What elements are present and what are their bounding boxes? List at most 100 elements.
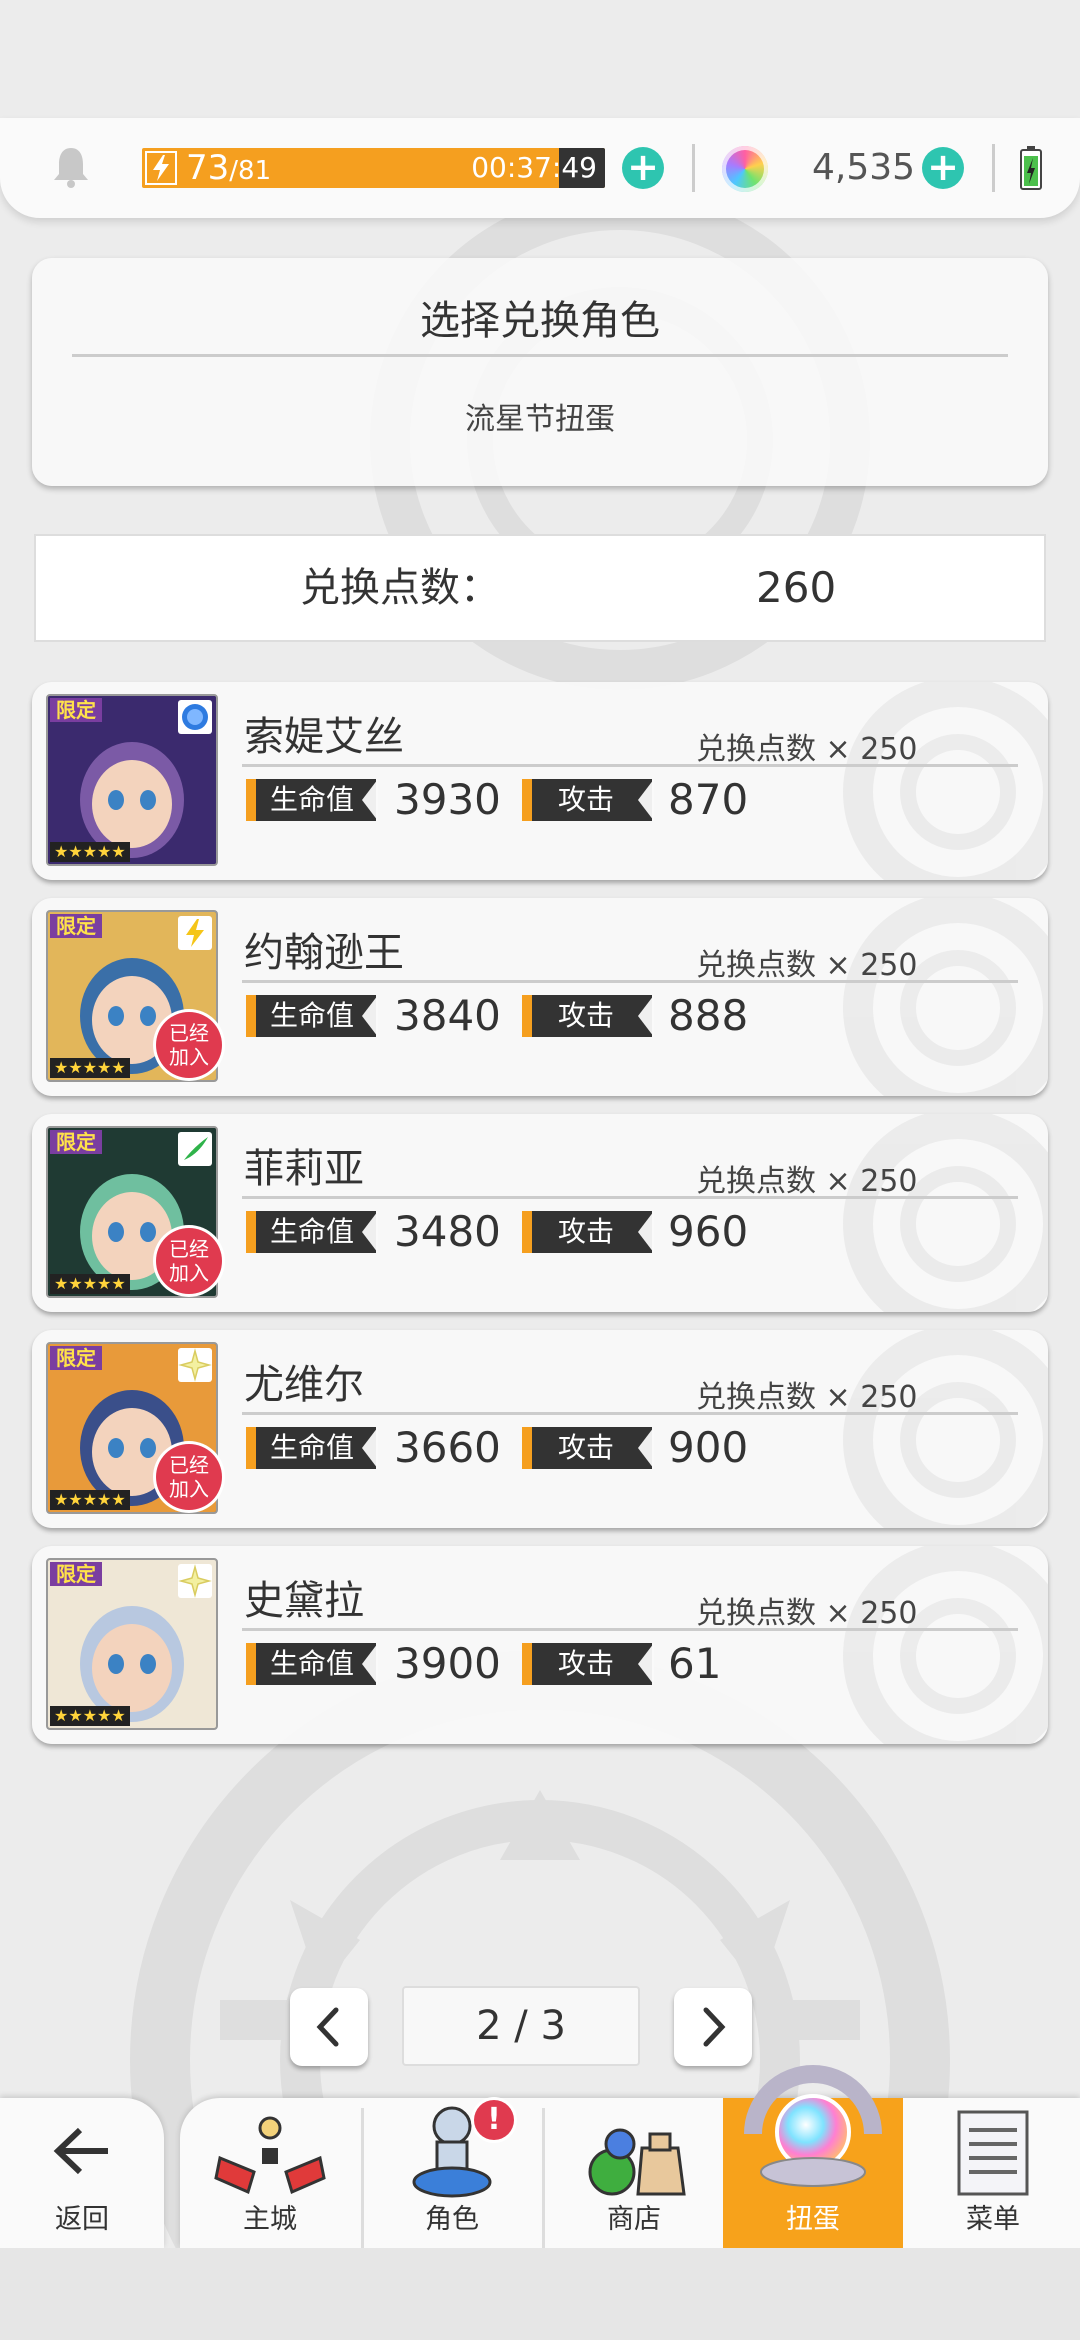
bell-icon[interactable] [50, 144, 92, 188]
stamina-bar: 73/81 00:37:49 [142, 148, 605, 188]
gem-count: 4,535 [812, 147, 916, 188]
character-card[interactable]: 限定 ★★★★★ 索媞艾丝 兑换点数 × 250 生命值 3930 攻击 870 [32, 682, 1048, 880]
limited-tag: 限定 [50, 1130, 102, 1154]
element-wind-icon [178, 1132, 212, 1166]
exchange-cost: 兑换点数 × 250 [696, 1164, 918, 1199]
character-card[interactable]: 限定 ★★★★★ 已经 加入 菲莉亚 兑换点数 × 250 生命值 3480 攻击… [32, 1114, 1048, 1312]
element-light-icon [178, 1348, 212, 1382]
character-name: 约翰逊王 [244, 930, 404, 976]
gacha-icon [744, 2065, 882, 2187]
divider [72, 354, 1008, 357]
attack-label: 攻击 [522, 1211, 654, 1253]
nav-tab-label: 菜单 [966, 2204, 1020, 2235]
title-panel: 选择兑换角色 流星节扭蛋 [32, 258, 1048, 486]
character-card[interactable]: 限定 ★★★★★ 已经 加入 尤维尔 兑换点数 × 250 生命值 3660 攻击… [32, 1330, 1048, 1528]
nav-tab-main-city[interactable]: 主城 [180, 2098, 360, 2248]
banner-name: 流星节扭蛋 [465, 402, 615, 437]
battery-icon [1020, 146, 1042, 190]
attack-label: 攻击 [522, 995, 654, 1037]
card-emblem [843, 1546, 1048, 1744]
divider [692, 144, 695, 192]
hp-label: 生命值 [246, 779, 378, 821]
exchange-points-panel: 兑换点数： 260 [34, 534, 1046, 642]
hp-value: 3660 [394, 1423, 501, 1472]
character-name: 索媞艾丝 [244, 714, 404, 760]
element-thunder-icon [178, 916, 212, 950]
character-portrait: 限定 ★★★★★ [46, 694, 218, 866]
card-emblem [843, 1114, 1048, 1312]
divider [242, 980, 1018, 983]
hp-label: 生命值 [246, 1427, 378, 1469]
limited-tag: 限定 [50, 914, 102, 938]
element-light-icon [178, 1564, 212, 1598]
add-gems-button[interactable]: + [922, 147, 964, 189]
card-emblem [843, 682, 1048, 880]
rarity-stars: ★★★★★ [50, 1706, 130, 1726]
attack-label: 攻击 [522, 1643, 654, 1685]
nav-tab-label: 角色 [425, 2204, 479, 2235]
nav-tab-menu[interactable]: 菜单 [903, 2098, 1080, 2248]
add-stamina-button[interactable]: + [622, 147, 664, 189]
attack-value: 960 [668, 1207, 749, 1256]
nav-tab-shop[interactable]: 商店 [544, 2098, 724, 2248]
exchange-points-value: 260 [756, 563, 837, 612]
limited-tag: 限定 [50, 698, 102, 722]
rarity-stars: ★★★★★ [50, 1058, 130, 1078]
character-card[interactable]: 限定 ★★★★★ 史黛拉 兑换点数 × 250 生命值 3900 攻击 61 [32, 1546, 1048, 1744]
attack-value: 870 [668, 775, 749, 824]
back-button[interactable]: 返回 [0, 2098, 164, 2248]
stamina-icon [145, 151, 177, 185]
divider [242, 1412, 1018, 1415]
exchange-cost: 兑换点数 × 250 [696, 732, 918, 767]
notification-badge: ! [474, 2100, 514, 2140]
hp-label: 生命值 [246, 1643, 378, 1685]
attack-label: 攻击 [522, 779, 654, 821]
character-name: 史黛拉 [244, 1578, 364, 1624]
divider [242, 1196, 1018, 1199]
attack-value: 61 [668, 1639, 722, 1688]
limited-tag: 限定 [50, 1346, 102, 1370]
gem-orb-icon [722, 146, 768, 192]
stamina-value: 73/81 [186, 148, 272, 188]
exchange-points-label: 兑换点数： [300, 565, 500, 611]
rarity-stars: ★★★★★ [50, 1490, 130, 1510]
nav-tab-label: 扭蛋 [786, 2204, 840, 2235]
attack-value: 900 [668, 1423, 749, 1472]
divider [992, 144, 995, 192]
attack-value: 888 [668, 991, 749, 1040]
divider [242, 1628, 1018, 1631]
card-emblem [843, 898, 1048, 1096]
rarity-stars: ★★★★★ [50, 842, 130, 862]
hp-label: 生命值 [246, 995, 378, 1037]
previous-page-button[interactable] [290, 1988, 368, 2066]
limited-tag: 限定 [50, 1562, 102, 1586]
exchange-cost: 兑换点数 × 250 [696, 1596, 918, 1631]
bottom-nav: 主城 ! 角色 商店 扭蛋 菜单 [180, 2065, 1080, 2248]
top-status-bar: 73/81 00:37:49 + 4,535 + [0, 118, 1080, 218]
page-indicator: 2 / 3 [402, 1986, 640, 2066]
element-water-icon [178, 700, 212, 734]
attack-label: 攻击 [522, 1427, 654, 1469]
shop-icon [588, 2128, 686, 2196]
card-emblem [843, 1330, 1048, 1528]
hp-label: 生命值 [246, 1211, 378, 1253]
nav-tab-gacha[interactable]: 扭蛋 [723, 2065, 903, 2248]
already-joined-badge: 已经 加入 [156, 1228, 222, 1294]
character-name: 尤维尔 [244, 1362, 364, 1408]
nav-tab-characters[interactable]: ! 角色 [362, 2098, 542, 2248]
character-portrait: 限定 ★★★★★ [46, 1558, 218, 1730]
stamina-timer: 00:37:49 [471, 151, 597, 184]
chevron-left-icon [316, 2007, 339, 2047]
hp-value: 3930 [394, 775, 501, 824]
page-title: 选择兑换角色 [420, 298, 660, 344]
exchange-cost: 兑换点数 × 250 [696, 948, 918, 983]
already-joined-badge: 已经 加入 [156, 1012, 222, 1078]
nav-tab-label: 商店 [607, 2204, 661, 2235]
nav-tab-label: 主城 [243, 2204, 297, 2235]
divider [242, 764, 1018, 767]
already-joined-badge: 已经 加入 [156, 1444, 222, 1510]
character-name: 菲莉亚 [244, 1146, 364, 1192]
back-label: 返回 [55, 2204, 109, 2235]
character-card[interactable]: 限定 ★★★★★ 已经 加入 约翰逊王 兑换点数 × 250 生命值 3840 攻… [32, 898, 1048, 1096]
rarity-stars: ★★★★★ [50, 1274, 130, 1294]
